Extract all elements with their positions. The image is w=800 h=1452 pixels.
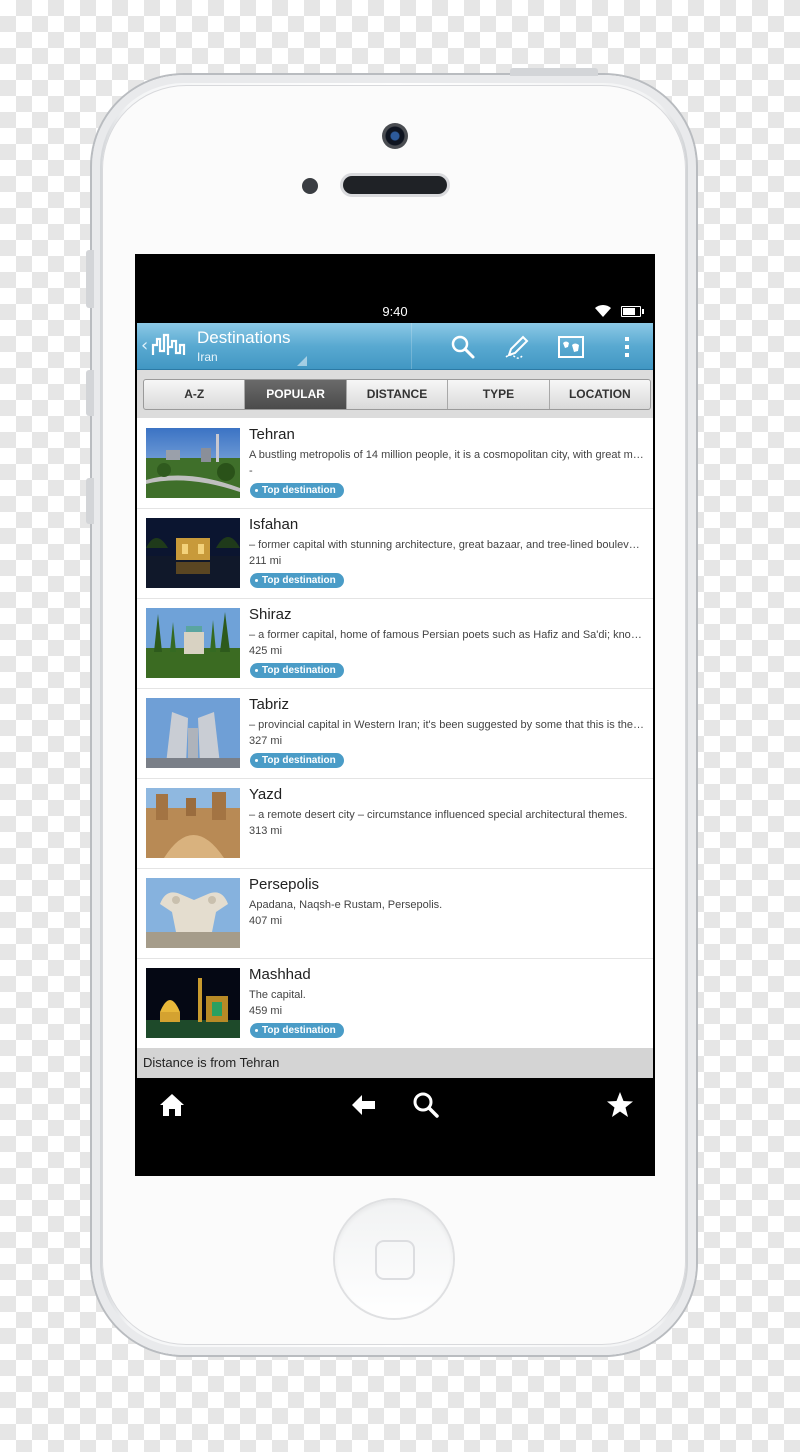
action-bar: ‹ Destinations Iran — [137, 323, 653, 370]
back-chevron-icon[interactable]: ‹ — [141, 335, 148, 356]
destination-distance: - — [249, 465, 253, 477]
page-title: Destinations — [197, 328, 291, 347]
destination-row-tabriz[interactable]: Tabriz – provincial capital in Western I… — [137, 688, 653, 779]
distance-footer-text: Distance is from Tehran — [143, 1055, 280, 1070]
status-bar: 9:40 — [135, 300, 655, 322]
top-destination-badge: Top destination — [250, 663, 344, 678]
volume-down-button — [86, 478, 94, 524]
location-subtitle[interactable]: Iran — [197, 350, 218, 364]
dropdown-corner-icon — [297, 356, 307, 366]
destination-name: Mashhad — [249, 966, 311, 983]
power-button — [510, 68, 598, 76]
status-time: 9:40 — [382, 304, 408, 319]
top-destination-badge: Top destination — [250, 573, 344, 588]
destination-description: The capital. — [249, 989, 306, 1001]
overflow-menu-icon[interactable] — [613, 333, 641, 361]
volume-up-button — [86, 370, 94, 416]
app-logo-icon[interactable] — [151, 333, 187, 357]
persepolis-thumbnail — [146, 878, 240, 948]
isfahan-thumbnail — [146, 518, 240, 588]
destination-name: Isfahan — [249, 516, 299, 533]
destination-name: Shiraz — [249, 606, 292, 623]
destination-description: – a former capital, home of famous Persi… — [249, 629, 645, 641]
star-icon[interactable] — [605, 1090, 635, 1120]
destination-distance: 407 mi — [249, 915, 283, 927]
destination-distance: 313 mi — [249, 825, 283, 837]
destination-description: Apadana, Naqsh-e Rustam, Persepolis. — [249, 899, 443, 911]
front-camera — [382, 123, 408, 149]
yazd-thumbnail — [146, 788, 240, 858]
destination-distance: 425 mi — [249, 645, 283, 657]
destination-distance: 459 mi — [249, 1005, 283, 1017]
tabriz-thumbnail — [146, 698, 240, 768]
tab-popular[interactable]: POPULAR — [245, 380, 347, 409]
mute-switch — [86, 250, 94, 308]
home-icon[interactable] — [157, 1090, 187, 1120]
bottom-navigation — [135, 1078, 655, 1176]
destination-row-shiraz[interactable]: Shiraz – a former capital, home of famou… — [137, 598, 653, 689]
phone-screen: 9:40 ‹ Destinations Iran A-Z POPULAR DIS… — [135, 254, 655, 1176]
tab-type[interactable]: TYPE — [448, 380, 550, 409]
wifi-icon — [595, 304, 611, 317]
home-button[interactable] — [335, 1200, 453, 1318]
top-destination-badge: Top destination — [250, 483, 344, 498]
destination-description: – former capital with stunning architect… — [249, 539, 645, 551]
action-bar-divider — [411, 323, 412, 369]
edit-pencil-icon[interactable] — [503, 333, 531, 361]
destination-description: – a remote desert city – circumstance in… — [249, 809, 628, 821]
destination-name: Persepolis — [249, 876, 320, 893]
filter-tabs: A-Z POPULAR DISTANCE TYPE LOCATION — [137, 370, 653, 418]
destination-row-persepolis[interactable]: Persepolis Apadana, Naqsh-e Rustam, Pers… — [137, 868, 653, 959]
tehran-thumbnail — [146, 428, 240, 498]
home-button-square-icon — [375, 1240, 415, 1280]
destination-list: Tehran A bustling metropolis of 14 milli… — [137, 418, 653, 1049]
earpiece-speaker — [343, 176, 447, 194]
back-arrow-icon[interactable] — [349, 1090, 379, 1120]
top-destination-badge: Top destination — [250, 1023, 344, 1038]
destination-name: Tehran — [249, 426, 295, 443]
destination-row-mashhad[interactable]: Mashhad The capital. 459 mi Top destinat… — [137, 958, 653, 1049]
destination-distance: 327 mi — [249, 735, 283, 747]
proximity-sensor — [302, 178, 318, 194]
destination-row-isfahan[interactable]: Isfahan – former capital with stunning a… — [137, 508, 653, 599]
top-destination-badge: Top destination — [250, 753, 344, 768]
mashhad-thumbnail — [146, 968, 240, 1038]
map-icon[interactable] — [557, 333, 585, 361]
destination-distance: 211 mi — [249, 555, 282, 567]
distance-footer-note: Distance is from Tehran — [137, 1048, 653, 1078]
destination-description: A bustling metropolis of 14 million peop… — [249, 449, 645, 461]
shiraz-thumbnail — [146, 608, 240, 678]
tab-location[interactable]: LOCATION — [550, 380, 650, 409]
destination-name: Yazd — [249, 786, 283, 803]
battery-icon — [621, 306, 644, 317]
destination-row-tehran[interactable]: Tehran A bustling metropolis of 14 milli… — [137, 418, 653, 509]
tab-distance[interactable]: DISTANCE — [347, 380, 449, 409]
tab-a-z[interactable]: A-Z — [144, 380, 246, 409]
destination-row-yazd[interactable]: Yazd – a remote desert city – circumstan… — [137, 778, 653, 869]
search-icon[interactable] — [411, 1090, 441, 1120]
destination-description: – provincial capital in Western Iran; it… — [249, 719, 645, 731]
destination-name: Tabriz — [249, 696, 290, 713]
search-icon[interactable] — [449, 333, 477, 361]
tab-bar: A-Z POPULAR DISTANCE TYPE LOCATION — [143, 379, 651, 410]
